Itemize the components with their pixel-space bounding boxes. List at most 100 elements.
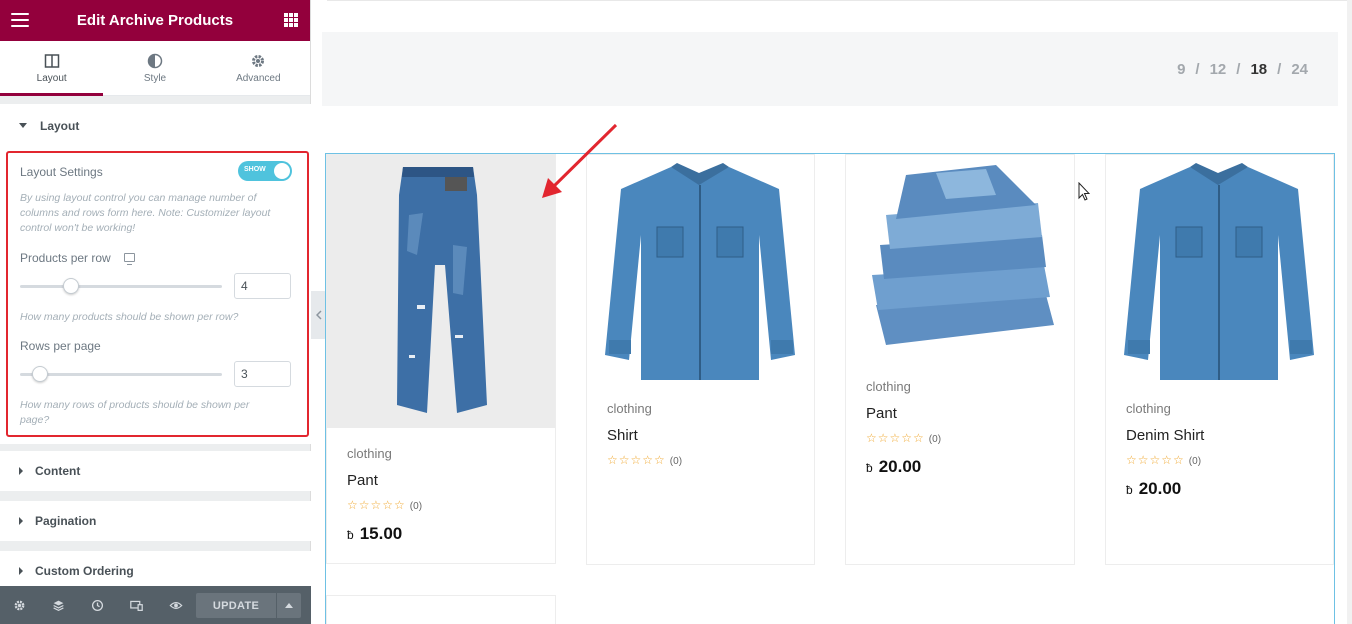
product-image-shirt[interactable] xyxy=(587,155,814,385)
per-page-option-24[interactable]: 24 xyxy=(1291,61,1308,78)
mouse-cursor-icon xyxy=(1078,182,1090,201)
columns-icon xyxy=(44,53,59,68)
product-name[interactable]: Pant xyxy=(866,405,897,422)
products-per-row-slider-track[interactable] xyxy=(20,285,222,288)
price-value: 20.00 xyxy=(1138,479,1182,498)
rows-per-page-help: How many rows of products should be show… xyxy=(20,399,250,426)
product-price: ƀ 20.00 xyxy=(866,457,921,477)
toggle-knob xyxy=(274,163,290,179)
history-icon[interactable] xyxy=(78,586,117,624)
product-name[interactable]: Denim Shirt xyxy=(1126,427,1204,444)
rating-count: (0) xyxy=(409,501,423,512)
update-options-caret-icon[interactable] xyxy=(277,593,301,618)
toggle-text: SHOW xyxy=(244,166,266,173)
caret-right-icon xyxy=(19,517,23,525)
product-name[interactable]: Pant xyxy=(347,472,378,489)
section-content-toggle[interactable]: Content xyxy=(0,451,311,491)
caret-right-icon xyxy=(19,567,23,575)
product-rating: ☆☆☆☆☆ (0) xyxy=(347,498,423,512)
panel-title: Edit Archive Products xyxy=(76,12,234,29)
preview-eye-icon[interactable] xyxy=(156,586,195,624)
currency-symbol: ƀ xyxy=(1126,483,1133,497)
rating-count: (0) xyxy=(1188,456,1202,467)
per-page-separator: / xyxy=(1195,61,1200,78)
hamburger-menu-icon[interactable] xyxy=(11,13,29,27)
per-page-separator: / xyxy=(1277,61,1282,78)
product-card[interactable]: clothing Pant ☆☆☆☆☆ (0) ƀ 20.00 xyxy=(845,154,1075,565)
rows-per-page-label: Rows per page xyxy=(20,339,101,353)
preview-top-border xyxy=(327,0,1352,1)
update-button[interactable]: UPDATE xyxy=(196,593,276,618)
price-value: 15.00 xyxy=(359,524,403,543)
half-circle-icon xyxy=(147,53,163,68)
tab-style-label: Style xyxy=(143,72,167,84)
product-rating: ☆☆☆☆☆ (0) xyxy=(607,453,683,467)
currency-symbol: ƀ xyxy=(866,461,873,475)
section-content-title: Content xyxy=(35,464,81,478)
widgets-grid-icon[interactable] xyxy=(284,13,298,27)
caret-right-icon xyxy=(19,467,23,475)
per-page-option-9[interactable]: 9 xyxy=(1177,61,1185,78)
product-category[interactable]: clothing xyxy=(866,379,911,394)
product-image-jeans[interactable] xyxy=(327,155,555,428)
annotation-arrow-icon xyxy=(542,123,618,198)
rows-per-page-slider-track[interactable] xyxy=(20,373,222,376)
product-price: ƀ 15.00 xyxy=(347,524,402,544)
section-layout-title: Layout xyxy=(40,118,80,133)
product-rating: ☆☆☆☆☆ (0) xyxy=(1126,453,1202,467)
product-card[interactable]: clothing Pant ☆☆☆☆☆ (0) ƀ 15.00 xyxy=(326,154,556,564)
preview-scrollbar[interactable] xyxy=(1347,0,1352,624)
product-card[interactable]: clothing Denim Shirt ☆☆☆☆☆ (0) ƀ 20.00 xyxy=(1105,154,1334,565)
per-page-option-18[interactable]: 18 xyxy=(1250,61,1267,78)
rows-per-page-slider-thumb[interactable] xyxy=(32,366,49,382)
caret-down-icon xyxy=(19,123,27,128)
panel-footer: UPDATE xyxy=(0,586,311,624)
tab-layout[interactable]: Layout xyxy=(0,41,104,96)
products-per-row-help: How many products should be shown per ro… xyxy=(20,311,239,323)
section-layout-toggle[interactable]: Layout xyxy=(0,104,311,147)
rows-per-page-input[interactable]: 3 xyxy=(234,361,291,387)
product-card[interactable]: clothing Shirt ☆☆☆☆☆ (0) xyxy=(586,154,815,565)
product-category[interactable]: clothing xyxy=(1126,401,1171,416)
product-card[interactable] xyxy=(326,595,556,624)
product-category[interactable]: clothing xyxy=(347,446,392,461)
product-image-folded-jeans[interactable] xyxy=(846,155,1074,365)
products-per-row-label: Products per row xyxy=(20,251,111,265)
products-per-row-slider-thumb[interactable] xyxy=(62,278,79,294)
layout-settings-description: By using layout control you can manage n… xyxy=(20,192,271,234)
panel-header: Edit Archive Products xyxy=(0,0,310,41)
section-pagination-title: Pagination xyxy=(35,514,97,528)
product-price: ƀ 20.00 xyxy=(1126,479,1181,499)
tab-style[interactable]: Style xyxy=(103,41,206,95)
products-per-row-input[interactable]: 4 xyxy=(234,273,291,299)
tab-advanced[interactable]: Advanced xyxy=(207,41,310,95)
responsive-icon[interactable] xyxy=(117,586,156,624)
per-page-separator: / xyxy=(1236,61,1241,78)
product-rating: ☆☆☆☆☆ (0) xyxy=(866,431,942,445)
per-page-options: 9 / 12 / 18 / 24 xyxy=(1177,61,1308,78)
tab-layout-label: Layout xyxy=(36,72,67,84)
price-value: 20.00 xyxy=(878,457,922,476)
section-custom-ordering-title: Custom Ordering xyxy=(35,564,134,578)
rating-count: (0) xyxy=(928,434,942,445)
chevron-left-icon xyxy=(316,310,322,320)
layers-icon[interactable] xyxy=(39,586,78,624)
settings-icon[interactable] xyxy=(0,586,39,624)
currency-symbol: ƀ xyxy=(347,528,354,542)
desktop-monitor-icon[interactable] xyxy=(124,253,135,265)
product-category[interactable]: clothing xyxy=(607,401,652,416)
layout-settings-box: Layout Settings SHOW By using layout con… xyxy=(6,151,309,437)
editor-panel: Edit Archive Products Layout Style Advan… xyxy=(0,0,311,624)
per-page-bar: 9 / 12 / 18 / 24 xyxy=(322,32,1338,106)
rating-count: (0) xyxy=(669,456,683,467)
gear-icon xyxy=(252,54,265,67)
product-name[interactable]: Shirt xyxy=(607,427,638,444)
product-image-denim-shirt[interactable] xyxy=(1106,155,1333,385)
per-page-option-12[interactable]: 12 xyxy=(1210,61,1227,78)
panel-tabs: Layout Style Advanced xyxy=(0,41,310,96)
layout-settings-toggle[interactable]: SHOW xyxy=(238,161,292,181)
layout-settings-label: Layout Settings xyxy=(20,165,103,179)
section-pagination-toggle[interactable]: Pagination xyxy=(0,501,311,541)
tab-advanced-label: Advanced xyxy=(236,72,281,84)
section-custom-ordering-toggle[interactable]: Custom Ordering xyxy=(0,551,311,591)
